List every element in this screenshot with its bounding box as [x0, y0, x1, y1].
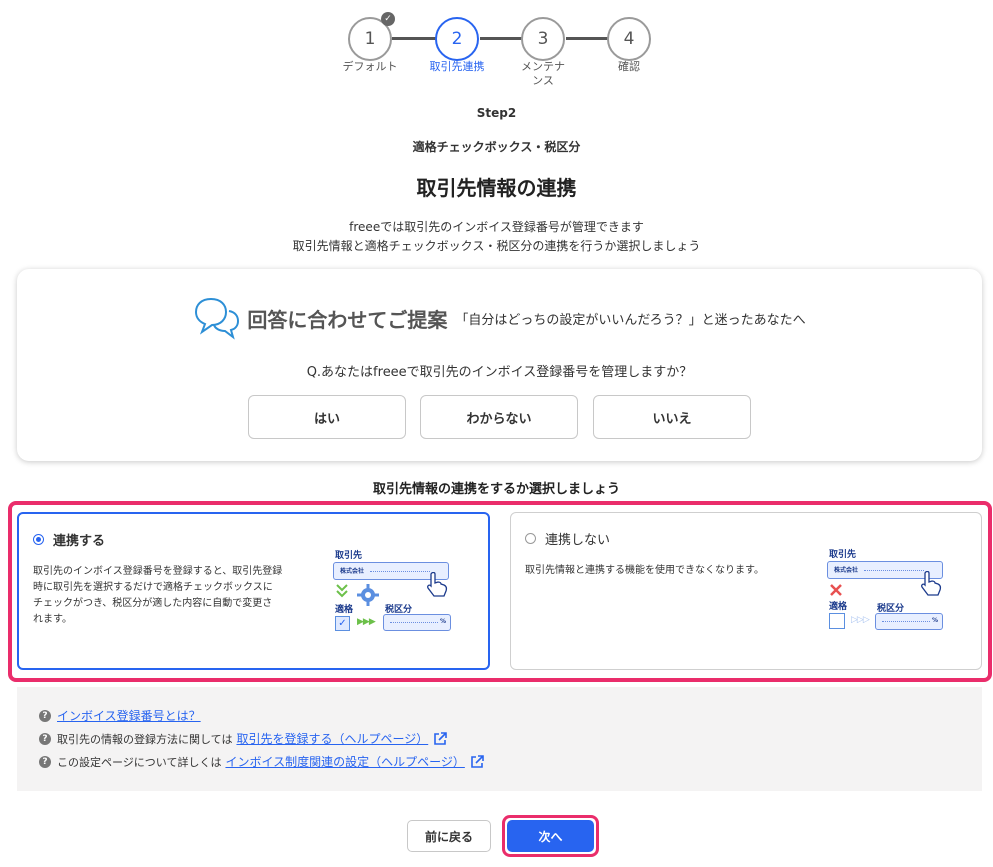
step-4-label: 確認	[618, 60, 640, 73]
illus-dots	[864, 570, 924, 571]
help-row-3-text: この設定ページについて詳しくは	[57, 755, 222, 769]
option-link-radio[interactable]	[33, 534, 44, 545]
stepper: 1 ✓ 2 3 4 デフォルト 取引先連携 メンテナンス 確認	[0, 8, 993, 108]
step-2-label: 取引先連携	[429, 60, 485, 73]
step-2-circle[interactable]: 2	[435, 17, 479, 61]
step-1-label: デフォルト	[342, 60, 398, 73]
check-icon: ✓	[381, 12, 395, 26]
section-subtitle: 適格チェックボックス・税区分	[412, 140, 581, 154]
option-link-card[interactable]: 連携する 取引先のインボイス登録番号を登録すると、取引先登録 時に取引先を選択す…	[17, 512, 490, 670]
help-link-invoice-number[interactable]: インボイス登録番号とは？	[57, 707, 201, 724]
step-3-label: メンテナンス	[521, 60, 565, 87]
help-box: ? インボイス登録番号とは？ ? 取引先の情報の登録方法に関しては 取引先を登録…	[17, 687, 982, 791]
illus-dots	[370, 571, 430, 572]
proposal-title: 回答に合わせてご提案	[247, 307, 448, 332]
answer-yes-button[interactable]: はい	[248, 395, 406, 439]
option-link-desc-line: 取引先のインボイス登録番号を登録すると、取引先登録	[33, 566, 283, 577]
option-link-desc-line: 時に取引先を選択するだけで適格チェックボックスに	[33, 582, 273, 593]
option-nolink-card[interactable]: 連携しない 取引先情報と連携する機能を使用できなくなります。 取引先 株式会社 …	[510, 512, 982, 670]
illus-dots	[390, 622, 438, 623]
answer-no-button[interactable]: いいえ	[593, 395, 751, 439]
pointer-hand-icon	[427, 572, 448, 597]
gear-icon	[357, 584, 379, 606]
help-link-invoice-settings[interactable]: インボイス制度関連の設定（ヘルプページ）	[225, 753, 464, 770]
illus-arrows: ▷▷▷	[851, 615, 870, 625]
page-description-line1: freeeでは取引先のインボイス登録番号が管理できます	[349, 220, 644, 234]
option-link-desc-line: れます。	[33, 614, 72, 625]
step-connector	[480, 37, 522, 40]
proposal-question: Q.あなたはfreeeで取引先のインボイス登録番号を管理しますか？	[306, 365, 693, 380]
help-row-2: ? 取引先の情報の登録方法に関しては 取引先を登録する（ヘルプページ）	[39, 730, 448, 747]
illus-tax-field: %	[383, 614, 451, 631]
help-link-register-partner[interactable]: 取引先を登録する（ヘルプページ）	[236, 730, 428, 747]
next-button[interactable]: 次へ	[507, 820, 594, 852]
illus-checkbox-empty	[829, 613, 845, 629]
cross-icon	[830, 584, 842, 596]
question-icon: ?	[39, 755, 51, 768]
illus-tax-field: %	[875, 613, 943, 630]
answer-unsure-button[interactable]: わからない	[420, 395, 578, 439]
illus-dots	[882, 621, 930, 622]
illus-percent: %	[931, 617, 938, 624]
proposal-card: 回答に合わせてご提案 「自分はどっちの設定がいいんだろう？」と迷ったあなたへ Q…	[17, 269, 982, 461]
external-link-icon[interactable]	[433, 731, 448, 746]
option-nolink-desc-line: 取引先情報と連携する機能を使用できなくなります。	[525, 565, 764, 576]
option-nolink-description: 取引先情報と連携する機能を使用できなくなります。	[525, 563, 764, 579]
choose-title: 取引先情報の連携をするか選択しましょう	[372, 482, 620, 497]
nolink-illustration: 取引先 株式会社 適格 税区分 ▷▷▷ %	[827, 547, 957, 637]
option-link-desc-line: チェックがつき、税区分が適した内容に自動で変更さ	[33, 598, 273, 609]
help-row-3: ? この設定ページについて詳しくは インボイス制度関連の設定（ヘルプページ）	[39, 753, 484, 770]
page-description-line2: 取引先情報と適格チェックボックス・税区分の連携を行うか選択しましょう	[292, 239, 701, 253]
pointer-hand-icon	[921, 571, 942, 596]
illus-percent: %	[439, 618, 446, 625]
step-indicator: Step2	[476, 106, 517, 120]
speech-bubbles-icon	[195, 297, 240, 340]
external-link-icon[interactable]	[470, 754, 484, 769]
step-connector	[392, 37, 436, 40]
question-icon: ?	[39, 732, 51, 745]
link-illustration: 取引先 株式会社 適格 税区分 ✓ ▶▶▶ %	[333, 548, 463, 638]
question-icon: ?	[39, 709, 51, 722]
illus-partner-label: 取引先	[335, 551, 363, 561]
illus-qualified-label: 適格	[829, 602, 848, 612]
proposal-header: 回答に合わせてご提案 「自分はどっちの設定がいいんだろう？」と迷ったあなたへ	[17, 295, 982, 341]
option-nolink-header[interactable]: 連携しない	[525, 529, 610, 548]
option-link-header[interactable]: 連携する	[33, 530, 105, 549]
illus-qualified-label: 適格	[335, 605, 354, 615]
help-row-1: ? インボイス登録番号とは？	[39, 707, 201, 724]
option-link-description: 取引先のインボイス登録番号を登録すると、取引先登録 時に取引先を選択するだけで適…	[33, 564, 282, 628]
illus-partner-label: 取引先	[829, 550, 857, 560]
illus-checkbox-checked: ✓	[335, 616, 350, 631]
option-nolink-radio[interactable]	[525, 533, 536, 544]
arrow-down-icon	[336, 584, 348, 598]
step-connector	[566, 37, 608, 40]
illus-company-text: 株式会社	[834, 567, 859, 574]
help-row-2-text: 取引先の情報の登録方法に関しては	[57, 732, 233, 746]
option-nolink-title: 連携しない	[545, 533, 611, 548]
illus-company-text: 株式会社	[340, 568, 365, 575]
step-4-circle[interactable]: 4	[607, 17, 651, 61]
option-link-title: 連携する	[53, 534, 106, 549]
page-title: 取引先情報の連携	[416, 176, 577, 200]
step-3-circle[interactable]: 3	[521, 17, 565, 61]
back-button[interactable]: 前に戻る	[407, 820, 491, 852]
proposal-subtitle: 「自分はどっちの設定がいいんだろう？」と迷ったあなたへ	[455, 312, 806, 328]
illus-arrows: ▶▶▶	[357, 617, 376, 627]
